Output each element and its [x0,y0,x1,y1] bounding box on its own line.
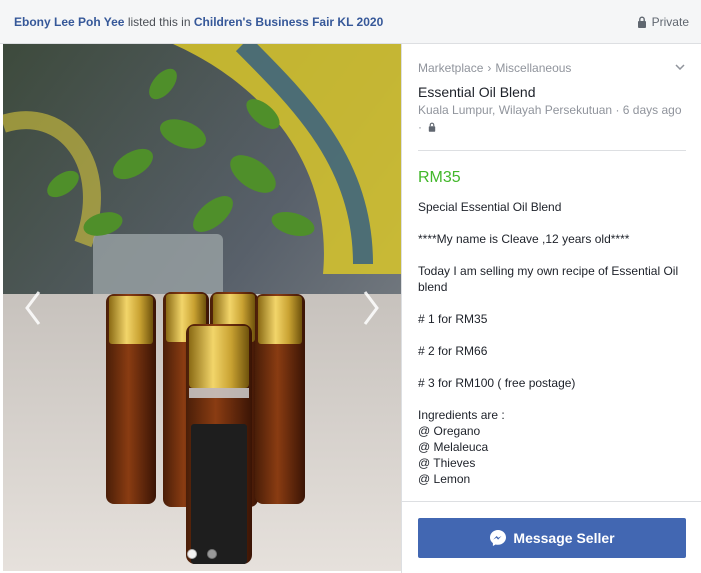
listing-meta: Kuala Lumpur, Wilayah Persekutuan · 6 da… [418,102,694,136]
breadcrumb: Marketplace › Miscellaneous [418,61,571,75]
lock-icon [429,122,436,132]
next-photo-chevron-icon[interactable] [359,288,383,328]
description-line: ****My name is Cleave ,12 years old**** [418,232,630,246]
photo-dot[interactable] [187,549,197,559]
breadcrumb-miscellaneous[interactable]: Miscellaneous [495,61,571,75]
privacy-label: Private [651,14,689,29]
product-photo-image [3,44,401,571]
description-line: Special Essential Oil Blend [418,200,562,214]
ingredient-item: @ Oregano [418,424,481,438]
previous-photo-chevron-icon[interactable] [21,288,45,328]
breadcrumb-marketplace[interactable]: Marketplace [418,61,483,75]
ingredient-item: @ Lemon [418,472,471,486]
ingredient-item: @ Melaleuca [418,440,489,454]
listing-time: 6 days ago [622,103,682,117]
listing-description: Special Essential Oil Blend ****My name … [418,199,694,487]
listed-text: listed this in [127,14,191,29]
description-line: Today I am selling my own recipe of Esse… [418,264,679,294]
privacy-indicator: Private [637,15,689,29]
listing-photo[interactable] [3,44,401,571]
group-name-link[interactable]: Children's Business Fair KL 2020 [194,15,383,29]
listing-title: Essential Oil Blend [418,84,536,100]
photo-pager [3,549,401,559]
divider [402,501,701,502]
listing-details-panel: Marketplace › Miscellaneous Essential Oi… [401,44,701,573]
divider [418,150,686,151]
message-seller-label: Message Seller [513,530,615,546]
message-seller-button[interactable]: Message Seller [418,518,686,558]
meta-separator: · [615,103,620,117]
description-line: # 2 for RM66 [418,344,488,358]
listing-price: RM35 [418,169,461,186]
description-line: # 3 for RM100 ( free postage) [418,376,576,390]
post-header: Ebony Lee Poh Yee listed this in Childre… [0,0,701,44]
meta-separator: · [418,120,422,134]
description-line: # 1 for RM35 [418,312,488,326]
messenger-icon [490,530,507,546]
poster-name-link[interactable]: Ebony Lee Poh Yee [14,15,124,29]
breadcrumb-separator: › [487,61,492,75]
lock-icon [637,16,646,28]
ingredients-label: Ingredients are : [418,408,505,422]
photo-dot[interactable] [207,549,217,559]
chevron-down-icon[interactable] [675,64,685,70]
ingredient-item: @ Thieves [418,456,476,470]
ingredients-list: Ingredients are : @ Oregano @ Melaleuca … [418,407,694,487]
listing-location[interactable]: Kuala Lumpur, Wilayah Persekutuan [418,103,612,117]
